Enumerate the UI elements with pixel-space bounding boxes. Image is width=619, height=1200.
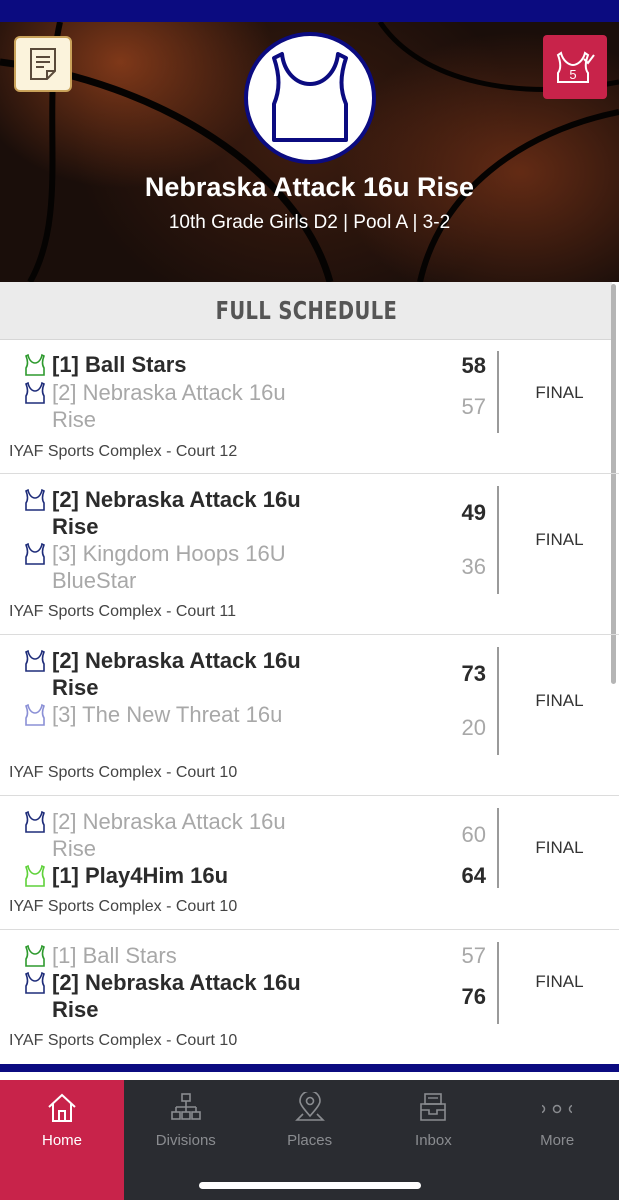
nav-item-more[interactable]: More [495, 1080, 619, 1200]
nav-label: Places [287, 1132, 333, 1149]
game-venue: IYAF Sports Complex - Court 11 [9, 603, 237, 620]
game-status: FINAL [535, 972, 584, 991]
green-jersey-icon [24, 353, 46, 376]
team-name: [1] Ball Stars [52, 943, 177, 968]
score-divider [497, 486, 499, 594]
game-status: FINAL [535, 530, 584, 549]
team-score: 36 [461, 554, 486, 579]
team-score: 58 [461, 353, 486, 378]
score-divider [497, 647, 499, 755]
home-indicator[interactable] [199, 1182, 421, 1189]
inbox-icon [420, 1093, 447, 1121]
team-row: [2] Nebraska Attack 16u Rise [24, 969, 302, 1023]
team-row: [1] Play4Him 16u [24, 862, 302, 889]
notes-button[interactable] [14, 36, 72, 92]
game-status: FINAL [535, 383, 584, 402]
section-title: FULL SCHEDULE [215, 296, 397, 325]
nav-label: Inbox [415, 1132, 452, 1149]
jersey-check-icon: 5 [556, 51, 595, 83]
team-score: 49 [461, 500, 486, 525]
team-name: [2] Nebraska Attack 16u Rise [52, 648, 301, 700]
team-name: [2] Nebraska Attack 16u Rise [52, 809, 286, 861]
game-status: FINAL [535, 691, 584, 710]
team-row: [3] The New Threat 16u [24, 701, 302, 728]
game-card[interactable]: [2] Nebraska Attack 16u Rise [3] Kingdom… [0, 474, 619, 635]
team-header: 5 Nebraska Attack 16u Rise 10th Grade Gi… [0, 22, 619, 282]
game-venue: IYAF Sports Complex - Court 10 [9, 898, 238, 915]
home-icon [48, 1093, 76, 1122]
team-row: [2] Nebraska Attack 16u Rise [24, 486, 302, 540]
jersey-icon [272, 52, 348, 142]
game-status: FINAL [535, 838, 584, 857]
game-card[interactable]: [2] Nebraska Attack 16u Rise [3] The New… [0, 635, 619, 796]
team-score: 60 [461, 822, 486, 847]
team-name: [3] Kingdom Hoops 16U BlueStar [52, 541, 286, 593]
green-jersey-icon [24, 944, 46, 967]
navy-jersey-icon [24, 381, 46, 404]
team-row: [1] Ball Stars [24, 942, 302, 969]
score-divider [497, 351, 499, 433]
lime-jersey-icon [24, 864, 46, 887]
lavender-jersey-icon [24, 703, 46, 726]
team-row: [2] Nebraska Attack 16u Rise [24, 379, 302, 433]
checkin-count: 5 [569, 67, 576, 82]
game-card[interactable]: [1] Ball Stars [2] Nebraska Attack 16u R… [0, 341, 619, 474]
nav-label: Divisions [155, 1132, 216, 1149]
team-name: [2] Nebraska Attack 16u Rise [52, 487, 301, 539]
score-divider [497, 942, 499, 1024]
team-score: 64 [461, 863, 486, 888]
bottom-stripe [0, 1064, 619, 1072]
team-score: 57 [461, 394, 486, 419]
game-card[interactable]: [1] Ball Stars [2] Nebraska Attack 16u R… [0, 930, 619, 1058]
navy-jersey-icon [24, 542, 46, 565]
map-pin-icon [294, 1092, 325, 1121]
team-name: [3] The New Threat 16u [52, 702, 283, 727]
navy-jersey-icon [24, 649, 46, 672]
team-division-record: 10th Grade Girls D2 | Pool A | 3-2 [168, 212, 451, 233]
team-name: [1] Play4Him 16u [52, 863, 229, 888]
navy-jersey-icon [24, 810, 46, 833]
nav-label: Home [41, 1132, 82, 1149]
score-divider [497, 808, 499, 888]
team-score: 76 [461, 984, 486, 1009]
team-name: [2] Nebraska Attack 16u Rise [52, 970, 301, 1022]
team-score: 73 [461, 661, 486, 686]
team-row: [1] Ball Stars [24, 351, 302, 378]
more-dots-icon [542, 1104, 573, 1114]
team-name: Nebraska Attack 16u Rise [144, 172, 475, 202]
game-venue: IYAF Sports Complex - Court 12 [9, 443, 238, 460]
team-name: [2] Nebraska Attack 16u Rise [52, 380, 286, 432]
nav-label: More [540, 1132, 575, 1149]
team-name: [1] Ball Stars [52, 352, 187, 377]
game-card[interactable]: [2] Nebraska Attack 16u Rise [1] Play4Hi… [0, 796, 619, 930]
navy-jersey-icon [24, 971, 46, 994]
team-row: [2] Nebraska Attack 16u Rise [24, 808, 302, 862]
team-score: 57 [461, 943, 486, 968]
schedule-list: [1] Ball Stars [2] Nebraska Attack 16u R… [0, 341, 619, 1058]
top-status-bar [0, 0, 619, 22]
navy-jersey-icon [24, 488, 46, 511]
notes-icon [30, 48, 56, 80]
game-venue: IYAF Sports Complex - Court 10 [9, 1032, 238, 1049]
section-header: FULL SCHEDULE [0, 282, 612, 340]
checkin-button[interactable]: 5 [543, 35, 607, 99]
team-jersey-logo [244, 32, 376, 164]
org-chart-icon [170, 1093, 201, 1120]
game-venue: IYAF Sports Complex - Court 10 [9, 764, 238, 781]
team-row: [3] Kingdom Hoops 16U BlueStar [24, 540, 302, 594]
team-score: 20 [461, 715, 486, 740]
nav-item-home[interactable]: Home [0, 1080, 124, 1200]
team-row: [2] Nebraska Attack 16u Rise [24, 647, 302, 701]
